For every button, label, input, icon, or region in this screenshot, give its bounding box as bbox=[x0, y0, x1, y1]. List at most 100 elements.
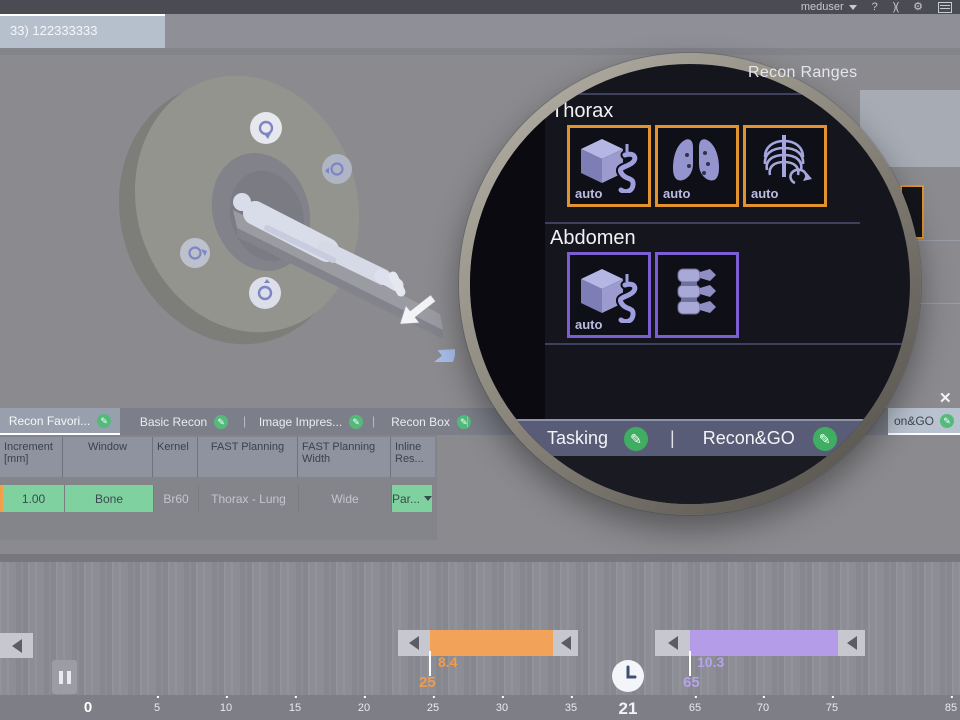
recon-tile-thorax-volume[interactable]: auto bbox=[567, 125, 651, 207]
recon-parameter-table: Increment [mm] Window Kernel FAST Planni… bbox=[0, 435, 437, 540]
cube-organ-icon bbox=[575, 131, 641, 193]
orange-range-start-handle[interactable] bbox=[398, 630, 430, 656]
tab-recon-go[interactable]: Recon&GO bbox=[703, 428, 795, 449]
dropdown-caret-icon bbox=[424, 496, 432, 501]
section-divider bbox=[545, 222, 860, 224]
timeline-divider bbox=[0, 554, 960, 562]
spine-icon bbox=[666, 265, 732, 327]
ruler-tick: 75 bbox=[826, 702, 838, 714]
slice-filmstrip bbox=[0, 562, 960, 695]
recon-tile-abdomen-volume[interactable]: auto bbox=[567, 252, 651, 338]
purple-range-value: 10.3 bbox=[697, 654, 724, 670]
timeline-ruler[interactable]: 0 5 10 15 20 25 30 35 65 70 75 85 bbox=[0, 695, 960, 720]
tab-separator: | bbox=[670, 428, 675, 449]
table-row: 1.00 Bone Br60 Thorax - Lung Wide Par... bbox=[0, 485, 432, 512]
loupe-tab-bar: Tasking ✎ | Recon&GO ✎ bbox=[470, 419, 910, 456]
col-fast-planning-width: FAST Planning Width bbox=[298, 437, 391, 477]
ruler-tick: 15 bbox=[289, 702, 301, 714]
col-kernel: Kernel bbox=[153, 437, 198, 477]
cell-fast-planning-width[interactable]: Wide bbox=[299, 485, 392, 512]
strip-divider bbox=[0, 48, 960, 55]
layout-icon[interactable] bbox=[938, 2, 952, 13]
col-increment: Increment [mm] bbox=[0, 437, 63, 477]
ruler-tick: 85 bbox=[945, 702, 957, 714]
cell-kernel[interactable]: Br60 bbox=[154, 485, 199, 512]
tab-separator: | bbox=[243, 414, 246, 428]
orange-range-cursor bbox=[429, 651, 431, 676]
recon-tile-lungs[interactable]: auto bbox=[655, 125, 739, 207]
edit-pencil-icon[interactable]: ✎ bbox=[349, 415, 363, 429]
thorax-tile-row: auto auto bbox=[567, 125, 827, 207]
pause-button[interactable] bbox=[52, 660, 77, 694]
section-title-abdomen: Abdomen bbox=[550, 227, 636, 250]
col-window: Window bbox=[63, 437, 153, 477]
orange-range-start-value: 25 bbox=[419, 674, 436, 691]
orange-range-end-handle[interactable] bbox=[553, 630, 578, 656]
ruler-tick: 25 bbox=[427, 702, 439, 714]
handle-triangle-icon bbox=[12, 639, 22, 653]
edit-pencil-icon[interactable]: ✎ bbox=[624, 427, 648, 451]
ruler-tick: 70 bbox=[757, 702, 769, 714]
application-window: meduser ? )( ⚙ 33) 122333333 bbox=[0, 0, 960, 720]
recon-tile-spine[interactable] bbox=[655, 252, 739, 338]
edit-pencil-icon[interactable]: ✎ bbox=[813, 427, 837, 451]
purple-recon-range[interactable] bbox=[690, 630, 838, 656]
ruler-tick: 65 bbox=[689, 702, 701, 714]
patient-tab-strip: 33) 122333333 bbox=[0, 14, 960, 48]
table-header-row: Increment [mm] Window Kernel FAST Planni… bbox=[0, 437, 435, 477]
cell-window[interactable]: Bone bbox=[65, 485, 154, 512]
top-system-bar: meduser ? )( ⚙ bbox=[0, 0, 960, 14]
user-menu[interactable]: meduser bbox=[801, 1, 857, 13]
ruler-tick: 30 bbox=[496, 702, 508, 714]
tab-separator: | bbox=[372, 414, 375, 428]
edit-pencil-icon[interactable]: ✎ bbox=[214, 415, 228, 429]
tab-tasking[interactable]: Tasking bbox=[547, 428, 608, 449]
magnifier-loupe: Thorax auto bbox=[459, 53, 921, 515]
user-name: meduser bbox=[801, 1, 844, 13]
edit-pencil-icon[interactable]: ✎ bbox=[97, 414, 111, 428]
abdomen-tile-row: auto bbox=[567, 252, 739, 338]
cell-fast-planning[interactable]: Thorax - Lung bbox=[199, 485, 299, 512]
loupe-content: Thorax auto bbox=[470, 64, 910, 504]
clock-time-label: 21 bbox=[619, 699, 638, 719]
help-icon[interactable]: ? bbox=[872, 0, 878, 14]
timeline-left-handle[interactable] bbox=[0, 633, 33, 658]
chevron-down-icon bbox=[849, 5, 857, 10]
recon-ranges-title: Recon Ranges bbox=[748, 64, 857, 82]
ruler-tick: 0 bbox=[84, 699, 92, 716]
tab-recon-favorites[interactable]: Recon Favori... ✎ bbox=[0, 408, 120, 435]
ruler-tick: 5 bbox=[154, 702, 160, 714]
close-icon[interactable]: ✕ bbox=[939, 389, 952, 407]
section-divider bbox=[545, 343, 910, 345]
orange-recon-range[interactable] bbox=[430, 630, 553, 656]
col-fast-planning: FAST Planning bbox=[198, 437, 298, 477]
purple-range-start-value: 65 bbox=[683, 674, 700, 691]
ruler-tick: 10 bbox=[220, 702, 232, 714]
tab-separator: | bbox=[466, 414, 469, 428]
purple-range-cursor bbox=[689, 651, 691, 676]
section-title-thorax: Thorax bbox=[551, 100, 613, 123]
ct-scanner-illustration bbox=[95, 62, 455, 362]
lungs-icon bbox=[663, 131, 729, 193]
tab-image-impression[interactable]: Image Impres... ✎ bbox=[252, 408, 370, 435]
edit-pencil-icon[interactable]: ✎ bbox=[940, 414, 954, 428]
purple-range-end-handle[interactable] bbox=[838, 630, 865, 656]
ribcage-icon bbox=[751, 131, 817, 193]
section-divider bbox=[545, 93, 910, 95]
ruler-tick: 35 bbox=[565, 702, 577, 714]
gear-icon[interactable]: ⚙ bbox=[913, 0, 923, 14]
patient-tab[interactable]: 33) 122333333 bbox=[0, 14, 165, 48]
tab-basic-recon[interactable]: Basic Recon ✎ bbox=[128, 408, 240, 435]
cell-inline-res-dropdown[interactable]: Par... bbox=[392, 485, 432, 512]
scan-timeline: 8.4 25 10.3 65 0 5 10 15 20 25 30 35 65 … bbox=[0, 562, 960, 720]
recon-tile-ribcage[interactable]: auto bbox=[743, 125, 827, 207]
cube-organ-icon bbox=[575, 261, 641, 323]
col-inline-res: Inline Res... bbox=[391, 437, 435, 477]
ruler-tick: 20 bbox=[358, 702, 370, 714]
purple-range-start-handle[interactable] bbox=[655, 630, 690, 656]
clock-icon bbox=[611, 659, 645, 693]
collapse-icon[interactable]: )( bbox=[893, 0, 898, 14]
loupe-lower-area bbox=[470, 456, 910, 504]
cell-increment[interactable]: 1.00 bbox=[3, 485, 65, 512]
orange-range-value: 8.4 bbox=[438, 654, 457, 670]
